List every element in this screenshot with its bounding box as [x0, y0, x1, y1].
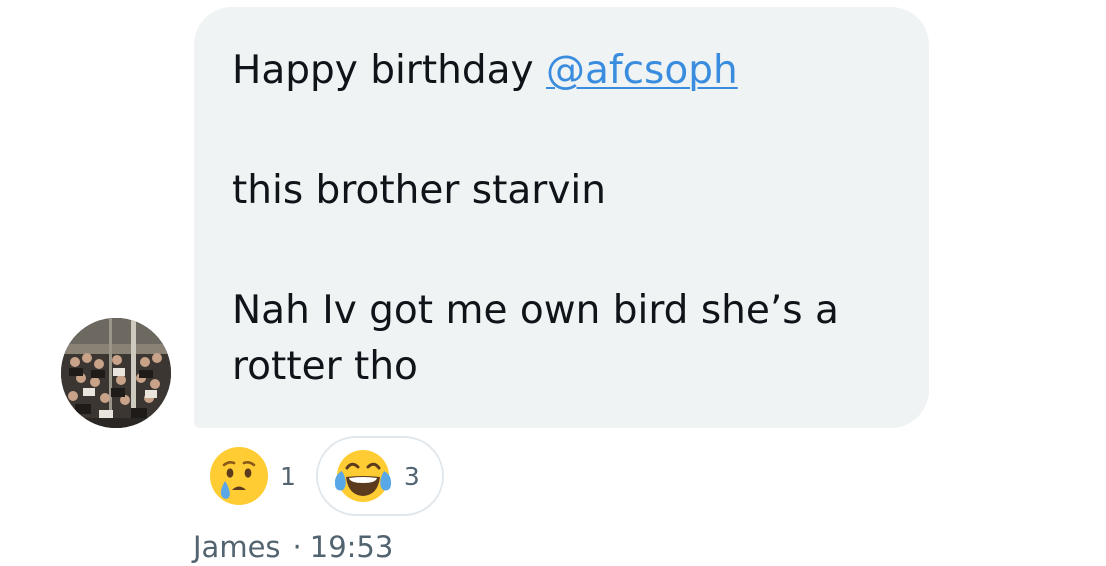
- message-line-2: this brother starvin: [232, 168, 606, 213]
- message-timestamp: 19:53: [309, 530, 394, 564]
- message-line-1: Happy birthday @afcsoph: [232, 43, 889, 99]
- message-text: Happy birthday: [232, 48, 546, 93]
- reaction-count: 1: [280, 461, 296, 491]
- dm-conversation-view: Happy birthday @afcsoph this brother sta…: [0, 0, 1106, 566]
- tears-of-joy-face-icon: [334, 450, 392, 502]
- mention-link[interactable]: @afcsoph: [546, 48, 738, 93]
- avatar[interactable]: [61, 318, 171, 428]
- sender-name: James: [193, 530, 281, 564]
- avatar-photo: [61, 318, 171, 428]
- message-line-3: Nah Iv got me own bird she’s a: [232, 288, 839, 333]
- message-line-4: rotter tho: [232, 344, 418, 389]
- reaction-crying[interactable]: 1: [202, 436, 306, 516]
- message-bubble[interactable]: Happy birthday @afcsoph this brother sta…: [194, 7, 929, 428]
- message-meta: James · 19:53: [193, 530, 393, 564]
- meta-separator: ·: [292, 530, 302, 564]
- reactions-bar: 1 3: [202, 433, 444, 519]
- crying-face-icon: [210, 447, 268, 505]
- reaction-count: 3: [403, 461, 420, 491]
- reaction-tears-of-joy[interactable]: 3: [315, 436, 444, 516]
